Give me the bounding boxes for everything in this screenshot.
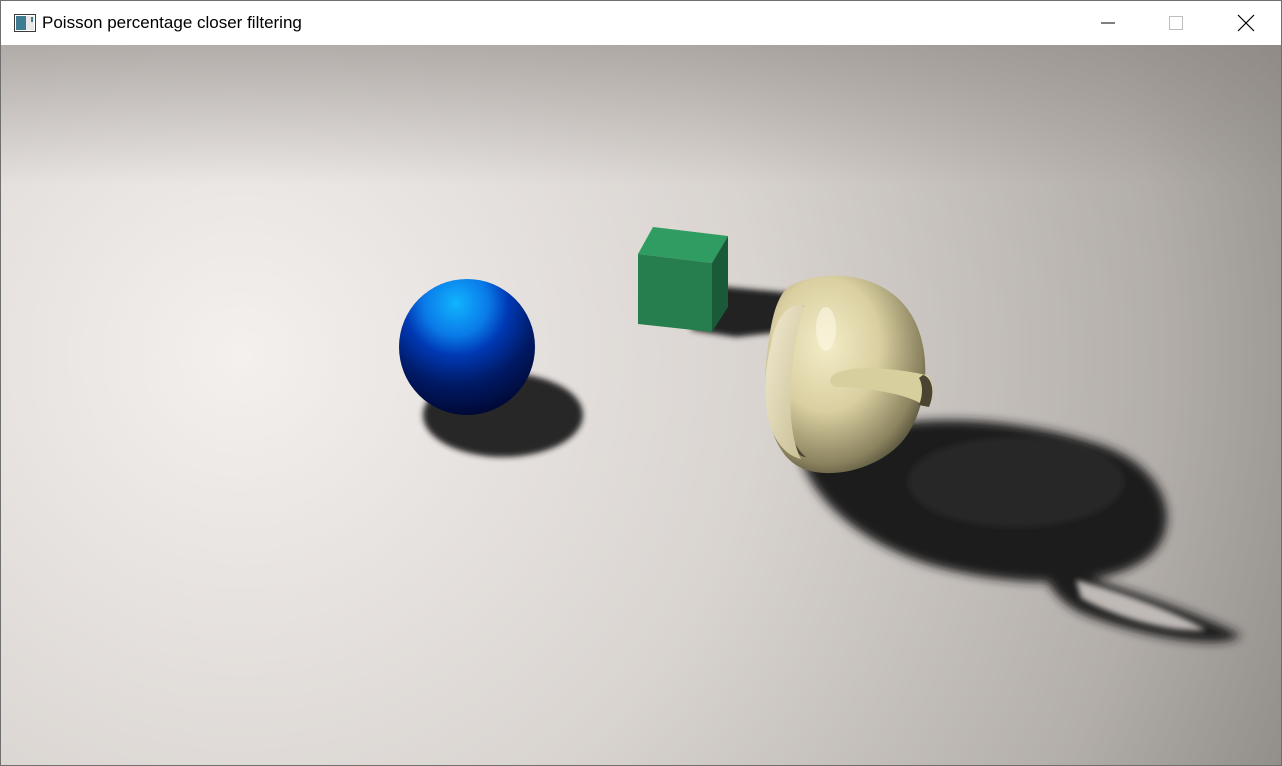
app-window-icon <box>14 14 36 32</box>
minimize-icon <box>1100 15 1116 31</box>
maximize-button[interactable] <box>1141 1 1211 45</box>
floor-plane <box>1 45 1281 765</box>
window-title: Poisson percentage closer filtering <box>42 13 302 32</box>
render-viewport[interactable] <box>1 45 1281 765</box>
green-cube <box>638 227 728 332</box>
close-icon <box>1237 14 1255 32</box>
blue-sphere <box>399 279 535 415</box>
title-bar[interactable]: Poisson percentage closer filtering <box>1 1 1281 45</box>
app-window: Poisson percentage closer filtering <box>0 0 1282 766</box>
scene-canvas <box>1 45 1281 765</box>
close-button[interactable] <box>1211 1 1281 45</box>
maximize-icon <box>1168 15 1184 31</box>
minimize-button[interactable] <box>1073 1 1143 45</box>
